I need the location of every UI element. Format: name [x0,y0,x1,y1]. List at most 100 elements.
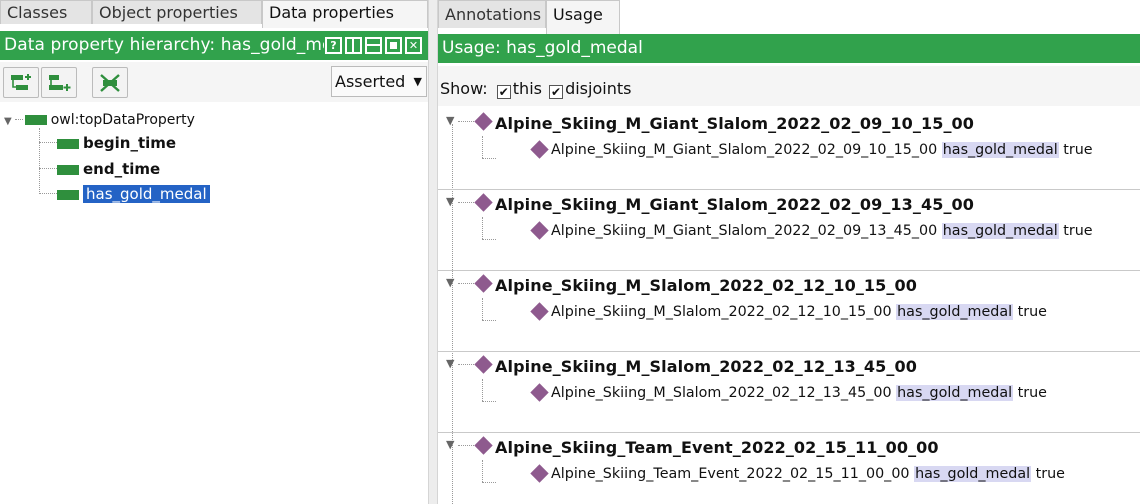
add-sub-property-button[interactable] [3,67,39,98]
expand-triangle-icon[interactable]: ▼ [446,276,454,289]
axiom-subject: Alpine_Skiing_M_Giant_Slalom_2022_02_09_… [551,223,938,239]
axiom-property: has_gold_medal [941,142,1059,158]
individual-diamond-icon [474,193,493,212]
tree-connector [39,193,57,194]
tree-connector [39,142,57,143]
tree-connector [39,168,57,169]
tree-connector [482,401,496,402]
axiom-value: true [1017,304,1047,320]
tab-classes[interactable]: Classes [0,0,92,24]
hierarchy-toolbar: Asserted ▼ [0,62,428,102]
usage-entry[interactable]: ▼ Alpine_Skiing_Team_Event_2022_02_15_11_… [438,434,1140,504]
individual-name[interactable]: Alpine_Skiing_M_Giant_Slalom_2022_02_09_… [495,114,974,133]
minimize-icon[interactable] [365,37,382,54]
right-tab-bar: Annotations Usage [438,0,620,34]
usage-title: Usage: has_gold_medal [442,38,643,58]
tree-connector [482,217,483,239]
delete-property-button[interactable] [92,67,128,98]
usage-axiom[interactable]: Alpine_Skiing_M_Slalom_2022_02_12_13_45_… [551,385,1047,401]
tree-node-has-gold-medal[interactable]: has_gold_medal [57,183,210,205]
expand-triangle-icon[interactable]: ▼ [4,116,12,127]
usage-panel: Annotations Usage Usage: has_gold_medal … [438,0,1140,504]
usage-entry[interactable]: ▼ Alpine_Skiing_M_Slalom_2022_02_12_13_45… [438,353,1140,433]
tree-connector [458,121,474,122]
axiom-subject: Alpine_Skiing_Team_Event_2022_02_15_11_0… [551,466,910,482]
data-property-panel: Classes Object properties Data propertie… [0,0,428,504]
tree-connector [482,158,496,159]
usage-axiom[interactable]: Alpine_Skiing_M_Giant_Slalom_2022_02_09_… [551,223,1093,239]
add-sub-property-icon [11,73,31,90]
axiom-value: true [1063,142,1093,158]
split-view-icon[interactable] [345,37,362,54]
this-checkbox[interactable]: ✔ [496,85,511,99]
chevron-down-icon: ▼ [413,75,422,88]
data-property-icon [57,189,79,200]
axiom-property: has_gold_medal [941,223,1059,239]
usage-axiom[interactable]: Alpine_Skiing_Team_Event_2022_02_15_11_0… [551,466,1065,482]
data-property-icon [57,164,79,175]
disjoints-checkbox[interactable]: ✔ [549,85,564,99]
tree-connector [458,283,474,284]
individual-diamond-icon [530,221,549,240]
axiom-value: true [1063,223,1093,239]
tree-connector [482,239,496,240]
axiom-value: true [1035,466,1065,482]
expand-triangle-icon[interactable]: ▼ [446,357,454,370]
individual-diamond-icon [530,464,549,483]
hierarchy-title: Data property hierarchy: has_gold_me [4,35,324,55]
delete-property-icon [100,73,120,92]
individual-name[interactable]: Alpine_Skiing_Team_Event_2022_02_15_11_0… [495,438,939,457]
tree-connector [39,128,40,194]
left-tab-bar: Classes Object properties Data propertie… [0,0,428,28]
axiom-property: has_gold_medal [914,466,1032,482]
expand-triangle-icon[interactable]: ▼ [446,195,454,208]
split-pane-divider[interactable] [428,0,438,504]
axiom-subject: Alpine_Skiing_M_Giant_Slalom_2022_02_09_… [551,142,938,158]
axiom-property: has_gold_medal [896,385,1014,401]
tab-object-properties[interactable]: Object properties [92,0,262,24]
data-property-icon [24,114,47,125]
usage-entry[interactable]: ▼ Alpine_Skiing_M_Giant_Slalom_2022_02_09… [438,191,1140,271]
individual-diamond-icon [474,355,493,374]
tree-connector [458,202,474,203]
tree-connector [458,364,474,365]
expand-triangle-icon[interactable]: ▼ [446,114,454,127]
axiom-value: true [1017,385,1047,401]
asserted-inferred-dropdown[interactable]: Asserted ▼ [331,66,427,97]
usage-axiom[interactable]: Alpine_Skiing_M_Giant_Slalom_2022_02_09_… [551,142,1093,158]
usage-entry[interactable]: ▼ Alpine_Skiing_M_Slalom_2022_02_12_10_15… [438,272,1140,352]
tab-annotations[interactable]: Annotations [438,0,546,28]
tree-connector [482,460,483,482]
usage-entry[interactable]: ▼ Alpine_Skiing_M_Giant_Slalom_2022_02_09… [438,110,1140,190]
help-icon[interactable]: ? [325,37,342,54]
maximize-icon[interactable] [385,37,402,54]
tab-usage[interactable]: Usage [546,0,620,34]
individual-name[interactable]: Alpine_Skiing_M_Slalom_2022_02_12_13_45_… [495,357,917,376]
add-sibling-property-button[interactable] [41,67,77,98]
expand-triangle-icon[interactable]: ▼ [446,438,454,451]
tree-node-label-selected: has_gold_medal [83,185,210,203]
add-sibling-property-icon [49,74,71,91]
this-checkbox-label: this [512,79,542,98]
usage-axiom[interactable]: Alpine_Skiing_M_Slalom_2022_02_12_10_15_… [551,304,1047,320]
tree-node-end-time[interactable]: end_time [57,158,160,180]
axiom-subject: Alpine_Skiing_M_Slalom_2022_02_12_10_15_… [551,304,892,320]
tree-node-begin-time[interactable]: begin_time [57,132,176,154]
show-filter-bar: Show: ✔ this ✔ disjoints [438,66,1140,106]
tree-connector [482,298,483,320]
tree-connector [482,136,483,158]
tab-data-properties[interactable]: Data properties [262,0,428,28]
individual-diamond-icon [474,112,493,131]
tree-connector [482,379,483,401]
asserted-dropdown-label: Asserted [335,72,406,91]
individual-name[interactable]: Alpine_Skiing_M_Slalom_2022_02_12_10_15_… [495,276,917,295]
individual-diamond-icon [530,140,549,159]
individual-name[interactable]: Alpine_Skiing_M_Giant_Slalom_2022_02_09_… [495,195,974,214]
individual-diamond-icon [530,383,549,402]
tree-node-top-data-property[interactable]: ▼ owl:topDataProperty [4,108,195,130]
tree-connector [458,445,474,446]
hierarchy-header: Data property hierarchy: has_gold_me ? ✕ [0,31,428,60]
view-controls: ? ✕ [325,37,422,54]
close-icon[interactable]: ✕ [405,37,422,54]
tree-connector [482,320,496,321]
